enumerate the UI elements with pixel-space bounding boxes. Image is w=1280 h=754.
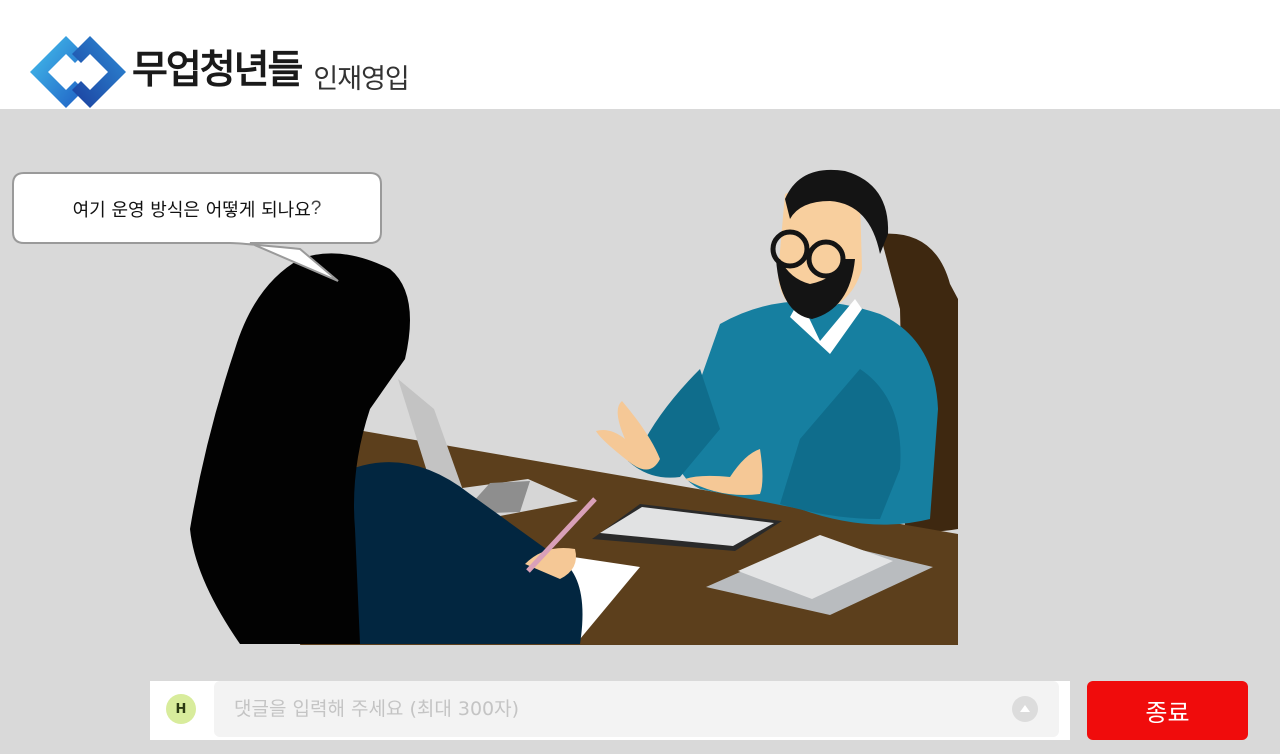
comment-panel: H — [150, 681, 1070, 740]
interview-stage: 여기 운영 방식은 어떻게 되나요? — [0, 109, 1280, 754]
comment-box — [214, 681, 1059, 737]
logo[interactable]: 무업청년들 인재영입 — [28, 34, 410, 110]
speech-bubble-question: 여기 운영 방식은 어떻게 되나요 — [72, 200, 311, 221]
header: 무업청년들 인재영입 — [0, 0, 1280, 109]
send-button[interactable] — [1012, 696, 1038, 722]
question-mark: ? — [310, 198, 322, 219]
diamond-chain-logo-icon — [30, 36, 126, 108]
end-button[interactable]: 종료 — [1087, 681, 1248, 740]
logo-name: 무업청년들 — [132, 48, 303, 93]
comment-input[interactable] — [214, 681, 994, 737]
send-arrow-up-icon — [1020, 705, 1030, 712]
user-avatar: H — [166, 694, 196, 724]
speech-bubble-text: 여기 운영 방식은 어떻게 되나요? — [14, 175, 380, 243]
logo-subtitle: 인재영입 — [313, 64, 409, 95]
